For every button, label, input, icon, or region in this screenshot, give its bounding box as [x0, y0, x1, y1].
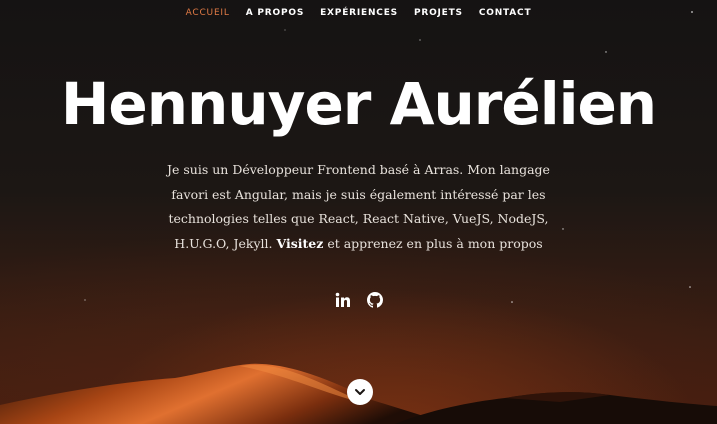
visitez-link[interactable]: Visitez	[277, 236, 324, 251]
social-links	[0, 292, 717, 308]
nav-item-projets[interactable]: PROJETS	[414, 8, 463, 18]
intro-text-after: et apprenez en plus à mon propos	[323, 235, 543, 251]
chevron-down-icon	[355, 389, 365, 395]
nav-item-contact[interactable]: CONTACT	[479, 8, 532, 18]
intro-text: Je suis un Développeur Frontend basé à A…	[152, 158, 565, 256]
top-navigation: ACCUEIL A PROPOS EXPÉRIENCES PROJETS CON…	[0, 0, 717, 26]
scroll-down-button[interactable]	[347, 379, 373, 405]
nav-item-experiences[interactable]: EXPÉRIENCES	[320, 8, 398, 18]
nav-item-a-propos[interactable]: A PROPOS	[246, 8, 304, 18]
github-icon[interactable]	[366, 292, 383, 308]
page-title: Hennuyer Aurélien	[60, 70, 657, 138]
nav-item-accueil[interactable]: ACCUEIL	[186, 8, 230, 18]
linkedin-icon[interactable]	[335, 292, 351, 308]
